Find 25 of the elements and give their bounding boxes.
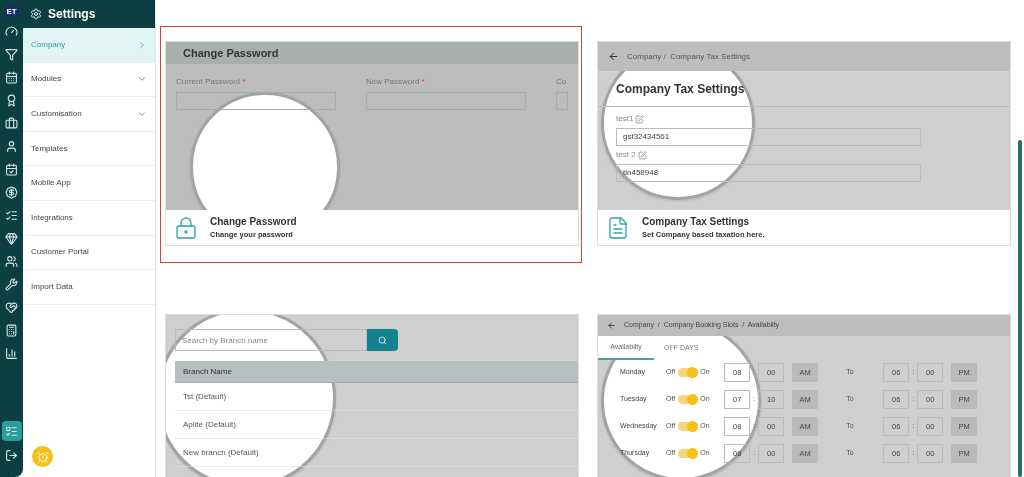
field-label: test1 — [616, 113, 634, 125]
input-field[interactable]: gst32434561 — [616, 128, 921, 146]
card-title: Change Password — [210, 215, 297, 230]
sidebar-item[interactable]: Modules — [23, 62, 155, 98]
sidebar-item[interactable]: Mobile App — [23, 166, 155, 201]
column-header: Branch Name — [183, 365, 232, 378]
field-label: New Password * — [366, 76, 426, 88]
sidebar-title: Settings — [48, 6, 96, 23]
input-field[interactable]: tin458948 — [616, 164, 921, 182]
panel-title: Change Password — [183, 45, 279, 61]
logo: ET — [5, 6, 18, 17]
field-label: test 2 — [616, 149, 636, 161]
table-cell: New branch (Default) — [183, 446, 259, 459]
page-title: Company Tax Settings — [616, 80, 745, 98]
card-title: Company Tax Settings — [642, 215, 751, 230]
sidebar-item[interactable]: Integrations — [23, 200, 155, 236]
sidebar-item[interactable]: Customisation — [23, 97, 155, 132]
table-cell: Aplite (Default) — [183, 418, 236, 431]
field-label: Current Password * — [176, 76, 247, 88]
sidebar-item[interactable]: Import Data — [23, 270, 155, 305]
table-cell: Tst (Default) — [183, 390, 227, 403]
search-field[interactable]: Search by Branch name — [175, 329, 367, 351]
sidebar-item[interactable]: Templates — [23, 131, 155, 167]
breadcrumb: Company / Company Tax Settings — [627, 50, 751, 63]
sidebar-item[interactable]: Customer Portal — [23, 235, 155, 271]
